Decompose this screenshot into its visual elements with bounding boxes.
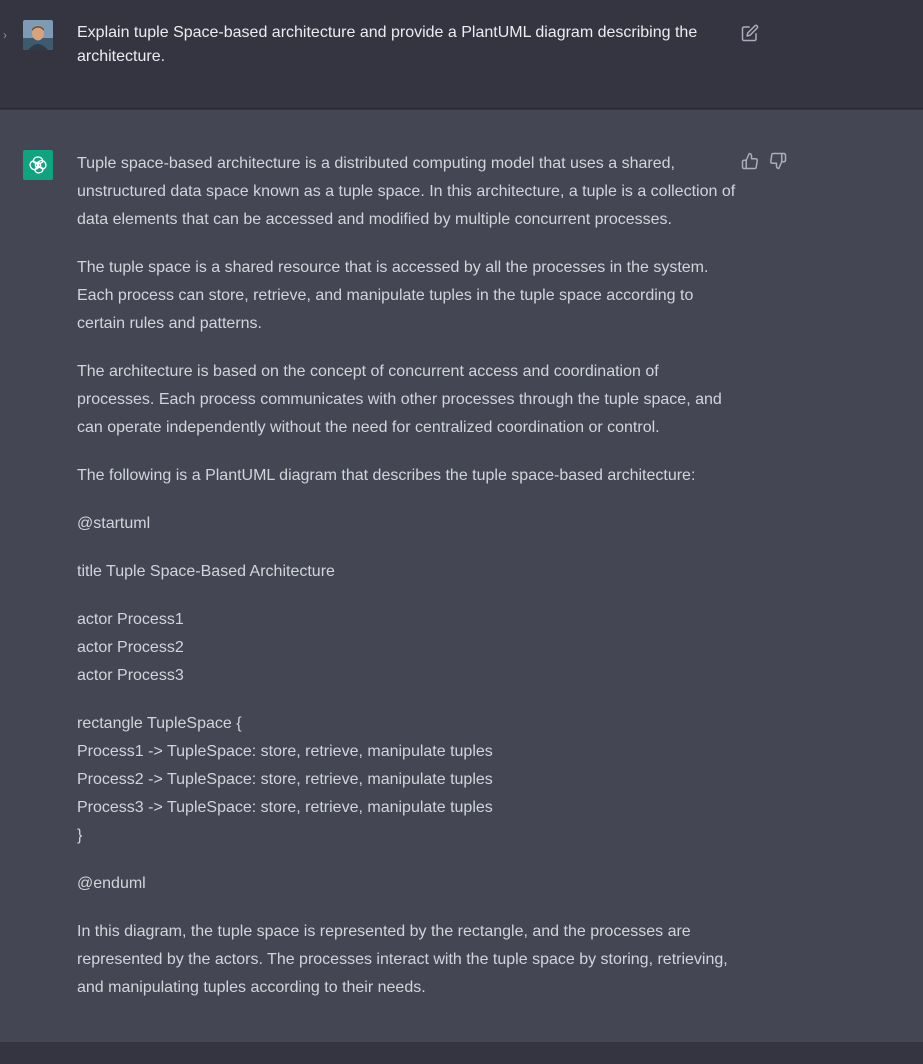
paragraph: Tuple space-based architecture is a dist… <box>77 155 736 228</box>
thumbs-down-icon[interactable] <box>769 152 787 170</box>
relation-line: Process3 -> TupleSpace: store, retrieve,… <box>77 799 493 816</box>
assistant-message-content: Tuple space-based architecture is a dist… <box>77 150 737 1022</box>
closing-paragraph: In this diagram, the tuple space is repr… <box>77 923 728 996</box>
startuml-line: @startuml <box>77 515 151 532</box>
relation-line: Process1 -> TupleSpace: store, retrieve,… <box>77 743 493 760</box>
paragraph: The tuple space is a shared resource tha… <box>77 259 709 332</box>
feedback-buttons <box>741 152 787 170</box>
chevron-right-icon[interactable]: › <box>3 27 7 43</box>
rectangle-open-line: rectangle TupleSpace { <box>77 715 242 732</box>
rectangle-block: rectangle TupleSpace { Process1 -> Tuple… <box>77 710 737 850</box>
enduml-line: @enduml <box>77 875 146 892</box>
assistant-avatar <box>23 150 53 180</box>
assistant-message-row: Tuple space-based architecture is a dist… <box>0 110 923 1042</box>
rectangle-close-line: } <box>77 827 83 844</box>
paragraph: The architecture is based on the concept… <box>77 363 722 436</box>
actor-line: actor Process1 <box>77 611 184 628</box>
actor-line: actor Process2 <box>77 639 184 656</box>
edit-icon[interactable] <box>741 24 759 42</box>
user-avatar-photo <box>23 20 53 50</box>
openai-logo-icon <box>29 156 47 174</box>
actors-block: actor Process1 actor Process2 actor Proc… <box>77 606 737 690</box>
user-message-row: › Explain tuple Space-based architecture… <box>0 0 923 109</box>
user-message-text: Explain tuple Space-based architecture a… <box>77 24 698 65</box>
thumbs-up-icon[interactable] <box>741 152 759 170</box>
paragraph: The following is a PlantUML diagram that… <box>77 467 696 484</box>
plantuml-title-line: title Tuple Space-Based Architecture <box>77 563 335 580</box>
actor-line: actor Process3 <box>77 667 184 684</box>
bottom-bar <box>0 1042 923 1064</box>
relation-line: Process2 -> TupleSpace: store, retrieve,… <box>77 771 493 788</box>
user-avatar <box>23 20 53 50</box>
